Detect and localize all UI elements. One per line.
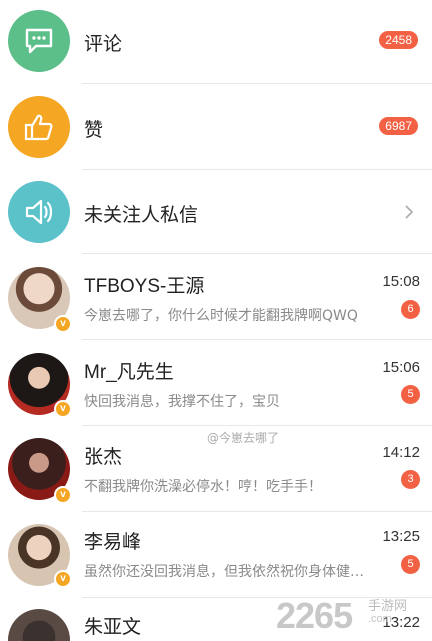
conversation-row[interactable]: v TFBOYS-王源 15:08 今崽去哪了，你什么时候才能翻我牌啊QWQ 6 [0,254,432,340]
watermark: @今崽去哪了 [207,431,280,445]
likes-row[interactable]: 赞 6987 [0,84,432,170]
contact-name: 李易峰 [84,532,142,553]
message-time: 14:12 [382,444,420,461]
comments-row[interactable]: 评论 2458 [0,0,432,84]
comments-label: 评论 [84,33,123,55]
chevron-right-icon [405,205,414,219]
message-time: 13:25 [382,528,420,545]
likes-label: 赞 [84,119,104,141]
message-preview: 虽然你还没回我消息，但我依然祝你身体健… [84,564,364,580]
verified-badge: v [54,486,72,504]
unread-count-badge: 3 [401,470,420,489]
thumbs-up-icon [8,96,70,158]
comment-icon [8,10,70,72]
avatar [8,609,70,641]
message-time: 15:06 [382,359,420,376]
stranger-messages-label: 未关注人私信 [84,204,199,226]
logo-number: 2265 [276,595,353,636]
stranger-messages-row[interactable]: 未关注人私信 [0,170,432,254]
site-logo: 2265 手游网 .com [276,593,426,639]
message-preview: 今崽去哪了，你什么时候才能翻我牌啊QWQ [84,308,358,324]
comments-badge: 2458 [379,31,418,49]
speaker-icon [8,181,70,243]
message-time: 15:08 [382,273,420,290]
likes-badge: 6987 [379,117,418,135]
unread-count-badge: 5 [401,555,420,574]
logo-text: 手游网 [368,599,408,614]
conversation-row[interactable]: v 李易峰 13:25 虽然你还没回我消息，但我依然祝你身体健… 5 [0,512,432,598]
verified-badge: v [54,570,72,588]
contact-name: 张杰 [84,447,123,468]
logo-suffix: .com [368,613,392,625]
verified-badge: v [54,400,72,418]
unread-count-badge: 5 [401,385,420,404]
contact-name: 朱亚文 [84,617,142,638]
contact-name: TFBOYS-王源 [84,276,205,297]
message-preview: 快回我消息，我撑不住了，宝贝 [84,394,280,410]
message-preview: 不翻我牌你洗澡必停水！哼！吃手手！ [84,479,322,495]
contact-name: Mr_凡先生 [84,362,174,383]
conversation-row[interactable]: v Mr_凡先生 15:06 快回我消息，我撑不住了，宝贝 5 [0,340,432,426]
unread-count-badge: 6 [401,300,420,319]
verified-badge: v [54,315,72,333]
